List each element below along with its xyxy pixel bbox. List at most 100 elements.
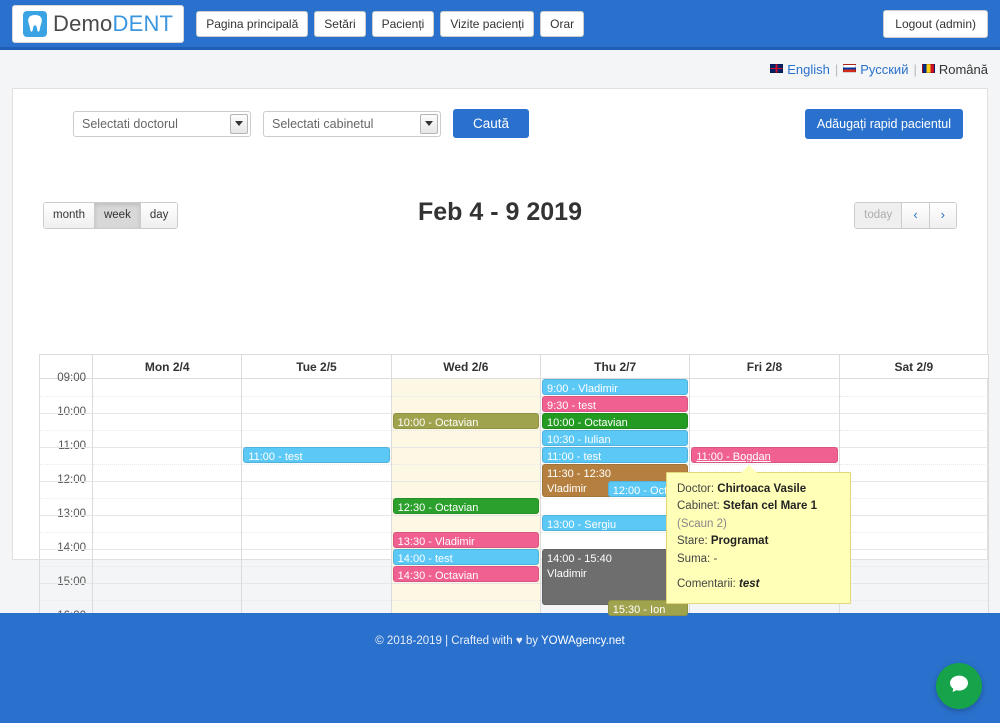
day-header-mon[interactable]: Mon 2/4	[93, 355, 243, 378]
calendar-event-time: 14:00 - 15:40	[546, 553, 612, 565]
day-column[interactable]	[839, 379, 988, 652]
time-label: 09:00	[57, 372, 86, 384]
calendar-event[interactable]: 10:00 - Octavian	[541, 413, 689, 429]
calendar-event[interactable]: 14:30 - Octavian	[392, 566, 539, 582]
calendar-event-time: 10:00 - Octavian	[546, 417, 628, 429]
nav-home[interactable]: Pagina principală	[196, 10, 309, 37]
flag-ro-icon	[921, 63, 935, 73]
day-columns: 11:00 - test 10:00 - Octavian 12:30 - Octa…	[93, 379, 988, 652]
tooth-icon	[23, 10, 47, 37]
calendar-event-time: 11:00 - Bogdan	[696, 451, 771, 463]
nav-patients[interactable]: Pacienți	[371, 10, 435, 37]
logo-text-primary: Demo	[53, 10, 113, 36]
chat-bubble-icon	[947, 672, 971, 701]
tooltip-sum-key: Suma:	[677, 552, 711, 565]
time-label: 14:00	[57, 542, 86, 554]
lang-russian[interactable]: Русский	[860, 62, 908, 77]
day-header-thu[interactable]: Thu 2/7	[541, 355, 691, 378]
nav-items: Pagina principală Setări Pacienți Vizite…	[196, 10, 585, 37]
calendar-navigation: today ‹ ›	[854, 202, 957, 229]
lang-separator-2: |	[913, 61, 917, 77]
tooltip-state-key: Stare:	[677, 535, 708, 548]
nav-schedule[interactable]: Orar	[540, 10, 585, 37]
calendar-event[interactable]: 13:30 - Vladimir	[392, 532, 539, 548]
tooltip-doctor-key: Doctor:	[677, 483, 715, 495]
view-month-button[interactable]: month	[44, 203, 95, 228]
calendar-event-time: 15:30 - Ion	[612, 604, 666, 616]
day-header-sat[interactable]: Sat 2/9	[840, 355, 988, 378]
cabinet-select-value: Selectati cabinetul	[272, 116, 374, 131]
tooltip-state-value: Programat	[710, 535, 769, 548]
calendar-header-row: Mon 2/4 Tue 2/5 Wed 2/6 Thu 2/7 Fri 2/8 …	[39, 354, 989, 378]
calendar-event-time: 11:00 - test	[546, 451, 602, 463]
calendar-event-time: 11:30 - 12:30	[546, 468, 611, 480]
lang-english[interactable]: English	[787, 62, 830, 77]
calendar-event[interactable]: 10:30 - Iulian	[541, 430, 689, 446]
time-label: 12:00	[57, 474, 86, 486]
day-header-fri[interactable]: Fri 2/8	[690, 355, 840, 378]
chevron-right-icon[interactable]: ›	[929, 203, 956, 228]
heart-icon: ♥	[515, 635, 523, 647]
today-button[interactable]: today	[855, 203, 903, 228]
day-column[interactable]	[93, 379, 243, 652]
nav-patient-visits[interactable]: Vizite pacienți	[440, 10, 535, 37]
calendar-event-time: 9:00 - Vladimir	[546, 383, 618, 395]
calendar-event-time: 10:00 - Octavian	[397, 417, 479, 429]
footer-credit: © 2018-2019 | Crafted with ♥ by YOWAgenc…	[375, 635, 625, 647]
tooltip-comments-key: Comentarii:	[677, 578, 736, 591]
lang-romanian[interactable]: Română	[939, 62, 988, 77]
time-label: 15:00	[57, 576, 86, 588]
footer-text-mid: by	[522, 635, 542, 647]
flag-ru-icon	[843, 63, 857, 73]
calendar-event[interactable]: 11:00 - test	[541, 447, 689, 463]
calendar-event-time: 11:00 - test	[248, 451, 303, 463]
calendar-toolbar: month week day Feb 4 - 9 2019 today ‹ ›	[27, 196, 973, 236]
tooltip-spacer	[677, 568, 840, 576]
chevron-down-icon[interactable]	[420, 113, 438, 134]
calendar-event-time: 13:00 - Sergiu	[546, 519, 617, 531]
tooltip-sum-row: Suma: -	[677, 551, 840, 568]
calendar-event[interactable]: 11:00 - Bogdan	[691, 447, 838, 463]
footer-link[interactable]: YOWAgency.net	[541, 635, 625, 647]
calendar-event[interactable]: 14:00 - test	[392, 549, 539, 565]
time-label: 10:00	[57, 406, 86, 418]
calendar-event-patient: Vladimir	[546, 567, 587, 580]
day-column[interactable]: 10:00 - Octavian 12:30 - Octavian 13:30 - …	[391, 379, 541, 652]
tooltip-arrow	[741, 465, 757, 473]
nav-settings[interactable]: Setări	[314, 10, 366, 37]
day-header-wed[interactable]: Wed 2/6	[392, 355, 541, 378]
day-column[interactable]: 11:00 - test	[242, 379, 392, 652]
calendar-event[interactable]: 10:00 - Octavian	[392, 413, 539, 429]
calendar-event[interactable]: 12:30 - Octavian	[392, 498, 539, 514]
view-week-button[interactable]: week	[94, 203, 141, 228]
tooltip-doctor-value: Chirtoaca Vasile	[717, 483, 807, 495]
view-day-button[interactable]: day	[140, 203, 178, 228]
calendar-event-time: 9:30 - test	[546, 400, 596, 412]
calendar-event-time: 14:30 - Octavian	[397, 570, 479, 582]
page-footer: © 2018-2019 | Crafted with ♥ by YOWAgenc…	[0, 613, 1000, 723]
chat-widget-button[interactable]	[936, 663, 982, 709]
tooltip-cabinet-value: Stefan cel Mare 1	[723, 500, 818, 513]
logout-button[interactable]: Logout (admin)	[883, 9, 988, 38]
view-switcher: month week day	[43, 202, 179, 229]
calendar-event[interactable]: 9:30 - test	[541, 396, 689, 412]
chevron-down-icon[interactable]	[230, 113, 248, 134]
day-header-tue[interactable]: Tue 2/5	[242, 355, 392, 378]
doctor-select[interactable]: Selectati doctorul	[73, 110, 251, 137]
logo-text-secondary: DENT	[112, 10, 174, 36]
quick-add-patient-button[interactable]: Adăugați rapid pacientul	[804, 109, 963, 139]
time-axis: 09:0010:0011:0012:0013:0014:0015:0016:00	[40, 372, 93, 652]
calendar-body: 09:0010:0011:0012:0013:0014:0015:0016:00…	[39, 372, 989, 653]
app-logo[interactable]: DemoDENT	[12, 4, 185, 43]
event-tooltip: Doctor: Chirtoaca Vasile Cabinet: Stefan…	[666, 465, 851, 604]
search-button[interactable]: Caută	[453, 109, 530, 138]
tooltip-comments-row: Comentarii: test	[677, 576, 840, 593]
chevron-left-icon[interactable]: ‹	[902, 203, 930, 228]
calendar-event[interactable]: 11:00 - test	[243, 447, 390, 463]
calendar-event[interactable]: 9:00 - Vladimir	[541, 379, 689, 395]
cabinet-select[interactable]: Selectati cabinetul	[263, 110, 441, 137]
flag-uk-icon	[770, 63, 784, 73]
tooltip-cabinet-key: Cabinet:	[677, 500, 720, 513]
language-selector: English | Русский | Română	[0, 50, 1000, 88]
main-panel: Selectati doctorul Selectati cabinetul C…	[12, 88, 989, 653]
